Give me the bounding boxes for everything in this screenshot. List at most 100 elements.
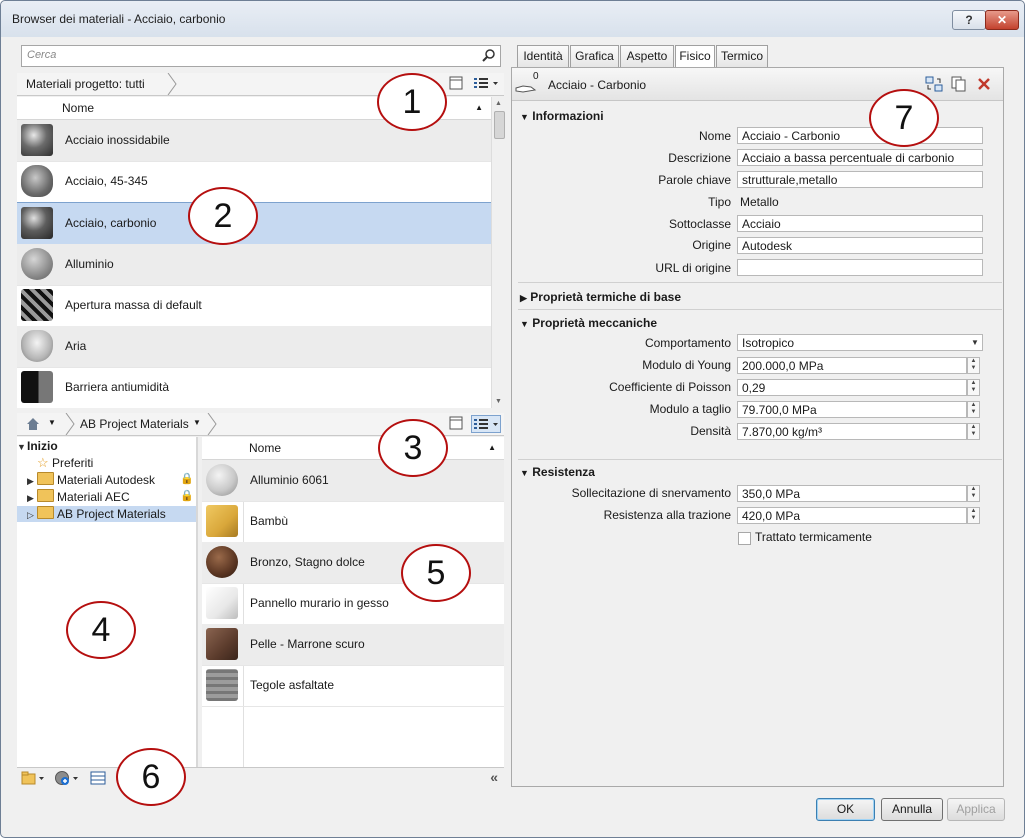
spinner-icon[interactable]: ▲ ▼ [967,423,980,440]
help-button[interactable]: ? [952,10,986,30]
densita-field[interactable]: 7.870,00 kg/m³ [737,423,967,440]
comportamento-select[interactable]: Isotropico [737,334,983,351]
tree-item-materiali-aec[interactable]: ▶ Materiali AEC [27,489,130,505]
snervamento-field[interactable]: 350,0 MPa [737,485,967,502]
expand-icon[interactable]: ▶ [520,293,527,303]
material-row[interactable]: Alluminio [17,244,491,286]
section-proprieta-meccaniche[interactable]: ▼ Proprietà meccaniche [520,316,657,330]
scrollbar-thumb[interactable] [494,111,505,139]
modulo-taglio-field[interactable]: 79.700,0 MPa [737,401,967,418]
tab-fisico[interactable]: Fisico [675,45,715,69]
folder-icon [37,506,54,519]
callout-6: 6 [116,748,186,806]
remove-asset-icon[interactable] [977,77,991,91]
tipo-value: Metallo [740,195,779,209]
collapse-icon[interactable]: ▼ [17,442,27,452]
origine-field[interactable]: Autodesk [737,237,983,254]
label-tipo: Tipo [708,195,731,209]
home-dropdown-icon[interactable]: ▼ [48,418,56,427]
modulo-young-field[interactable]: 200.000,0 MPa [737,357,967,374]
lock-icon: 🔒 [180,490,194,502]
duplicate-asset-icon[interactable] [951,76,967,92]
label-nome: Nome [698,129,731,143]
collapse-icon[interactable]: ▼ [520,319,529,329]
section-resistenza[interactable]: ▼ Resistenza [520,465,595,479]
replace-asset-icon[interactable] [925,76,943,92]
library-column-header[interactable]: Nome ▲ [202,437,504,460]
home-icon[interactable] [26,417,40,431]
expand-icon[interactable]: ▷ [27,510,37,521]
label-descrizione: Descrizione [668,151,731,165]
coefficiente-poisson-field[interactable]: 0,29 [737,379,967,396]
spinner-icon[interactable]: ▲ ▼ [967,507,980,524]
project-list-scrollbar[interactable]: ▲ ▼ [491,97,506,408]
descrizione-field[interactable]: Acciaio a bassa percentuale di carbonio [737,149,983,166]
scroll-up-icon[interactable]: ▲ [495,100,502,107]
collapse-icon[interactable]: ▼ [520,468,529,478]
label-modulo-young: Modulo di Young [642,358,731,372]
manage-library-icon[interactable] [21,771,45,785]
dropdown-arrow-icon[interactable]: ▼ [968,334,982,351]
material-row[interactable]: Aria [17,326,491,368]
tree-root[interactable]: ▼Inizio [17,439,58,455]
tree-item-preferiti[interactable]: ☆ Preferiti [37,455,93,471]
tree-item-materiali-autodesk[interactable]: ▶ Materiali Autodesk [27,472,155,488]
expand-icon[interactable]: ▶ [27,476,37,487]
library-material-row[interactable]: Bambù [202,501,504,543]
show-editor-icon[interactable] [90,771,106,785]
library-material-row[interactable]: Pelle - Marrone scuro [202,624,504,666]
tree-item-ab-project-materials[interactable]: ▷ AB Project Materials [17,506,196,522]
breadcrumb-project-filter[interactable]: Materiali progetto: tutti [26,77,145,91]
expand-icon[interactable]: ▶ [27,493,37,504]
nome-field[interactable]: Acciaio - Carbonio [737,127,983,144]
material-thumbnail [21,207,53,239]
section-informazioni[interactable]: ▼ Informazioni [520,109,604,123]
tab-grafica[interactable]: Grafica [570,45,619,68]
material-row[interactable]: Barriera antiumidità [17,367,491,408]
material-name: Alluminio 6061 [250,473,329,487]
spinner-icon[interactable]: ▲ ▼ [967,379,980,396]
create-material-icon[interactable] [54,770,80,786]
library-material-row[interactable]: Alluminio 6061 [202,460,504,502]
tab-termico[interactable]: Termico [716,45,768,68]
cancel-button[interactable]: Annulla [881,798,943,821]
collapse-icon[interactable]: ▼ [520,112,529,122]
material-row[interactable]: Apertura massa di default [17,285,491,327]
scroll-down-icon[interactable]: ▼ [495,398,502,405]
tab-aspetto[interactable]: Aspetto [620,45,674,68]
collapse-panel-icon[interactable]: « [490,769,498,785]
asset-usage-count: 0 [533,71,539,82]
breadcrumb-library[interactable]: AB Project Materials [80,417,189,431]
material-name: Acciaio, 45-345 [65,174,148,188]
parole-chiave-field[interactable]: strutturale,metallo [737,171,983,188]
spinner-icon[interactable]: ▲ ▼ [967,357,980,374]
sottoclasse-field[interactable]: Acciaio [737,215,983,232]
trattato-checkbox[interactable] [738,532,751,545]
search-icon[interactable] [482,48,496,62]
label-snervamento: Sollecitazione di snervamento [571,486,731,500]
ok-button[interactable]: OK [816,798,875,821]
material-name: Barriera antiumidità [65,380,170,394]
spinner-icon[interactable]: ▲ ▼ [967,401,980,418]
material-row[interactable]: Acciaio, 45-345 [17,161,491,203]
trazione-field[interactable]: 420,0 MPa [737,507,967,524]
url-origine-field[interactable] [737,259,983,276]
splitter[interactable] [196,437,198,767]
material-thumbnail [21,371,53,403]
library-material-row[interactable]: Tegole asfaltate [202,665,504,707]
close-button[interactable]: ✕ [985,10,1019,30]
callout-3: 3 [378,419,448,477]
search-input[interactable]: Cerca [21,45,501,67]
library-dropdown-icon[interactable]: ▼ [193,418,201,427]
view-options-icon[interactable] [471,415,501,433]
label-url-origine: URL di origine [655,261,731,275]
spinner-icon[interactable]: ▲ ▼ [967,485,980,502]
breadcrumb-chevron-icon [65,413,75,435]
apply-button[interactable]: Applica [947,798,1005,821]
tab-identita[interactable]: Identità [517,45,569,68]
view-options-icon[interactable] [473,76,499,90]
material-thumbnail [21,289,53,321]
section-proprieta-termiche[interactable]: ▶ Proprietà termiche di base [520,290,681,304]
panel-toggle-icon[interactable] [449,76,463,90]
panel-toggle-icon[interactable] [449,416,463,430]
